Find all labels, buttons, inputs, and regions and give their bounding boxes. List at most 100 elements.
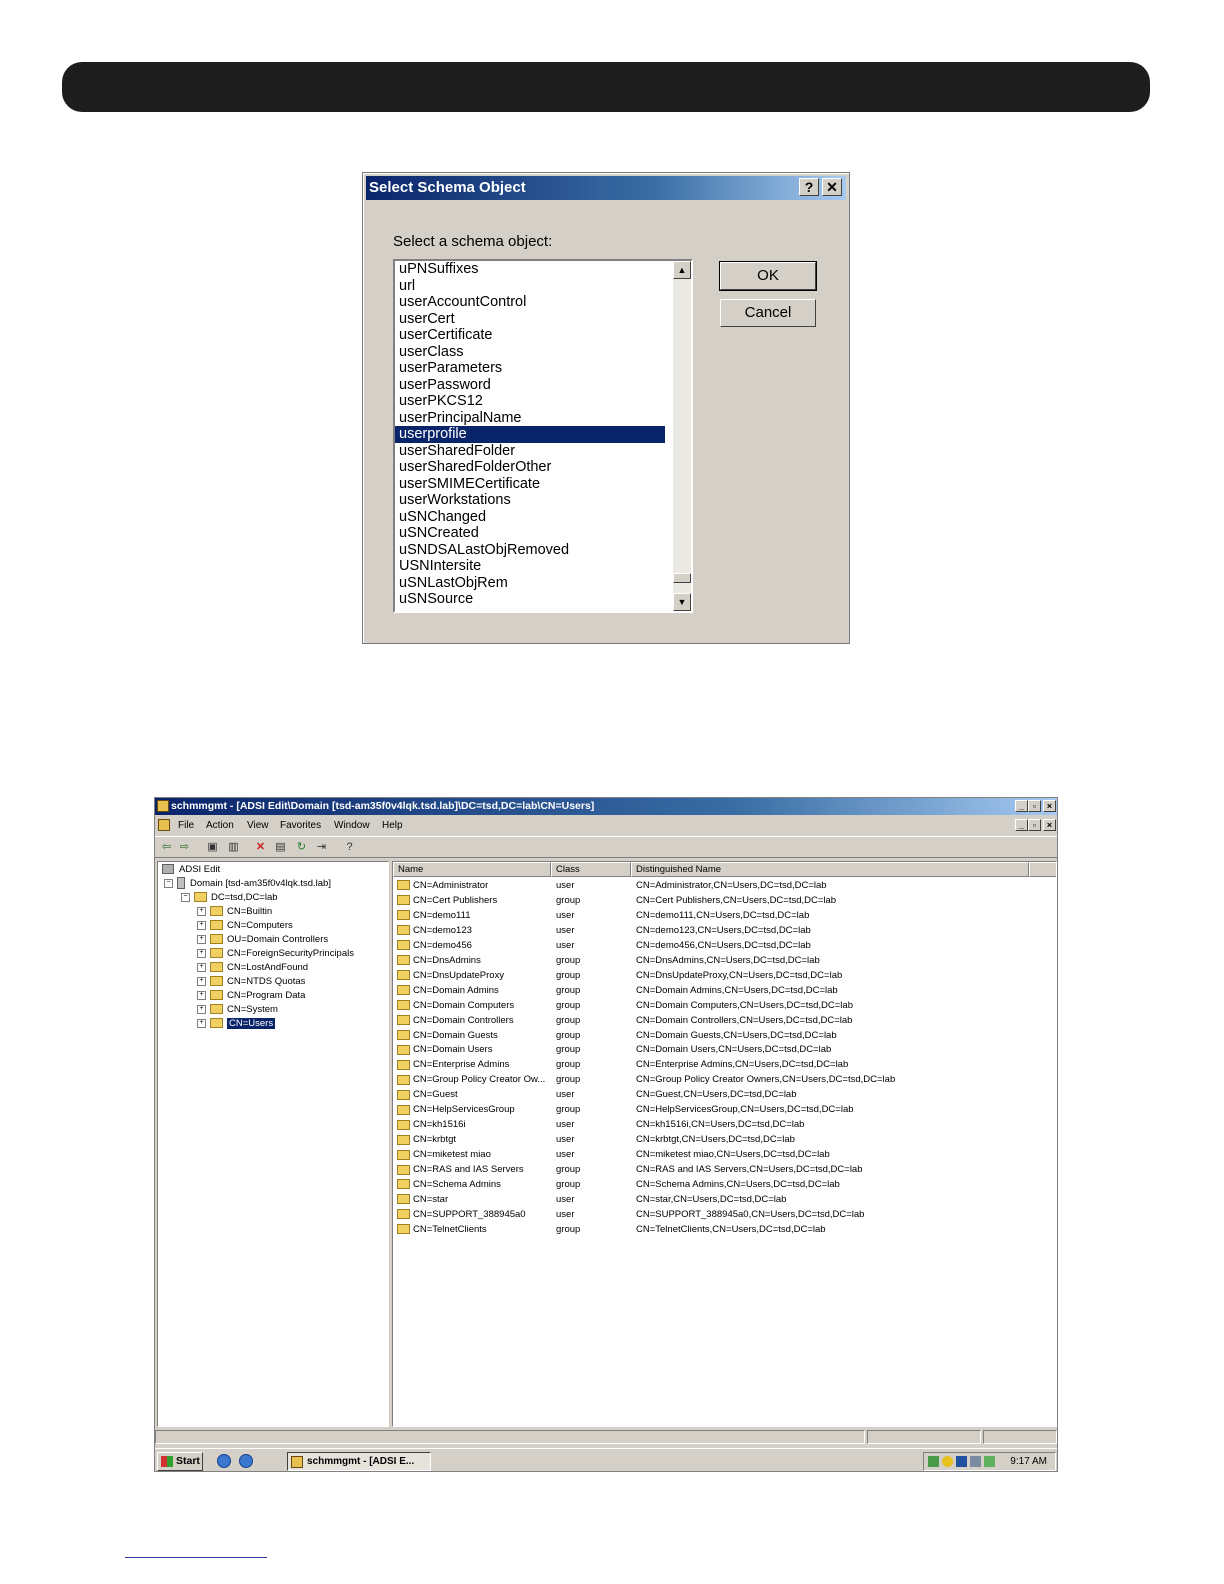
table-row[interactable]: CN=Enterprise Admins group CN=Enterprise A…	[393, 1057, 1056, 1072]
expand-icon[interactable]: +	[197, 976, 206, 986]
menu-help[interactable]: Help	[382, 816, 403, 835]
menu-view[interactable]: View	[247, 816, 269, 835]
table-row[interactable]: CN=demo456 user CN=demo456,CN=Users,DC=tsd…	[393, 938, 1056, 953]
table-row[interactable]: CN=SUPPORT_388945a0 user CN=SUPPORT_388945…	[393, 1207, 1056, 1222]
table-row[interactable]: CN=Schema Admins group CN=Schema Admins,CN…	[393, 1177, 1056, 1192]
refresh-icon[interactable]: ↻	[294, 840, 309, 855]
console-icon[interactable]	[158, 819, 170, 831]
close-button[interactable]: ✕	[822, 178, 842, 196]
security-tray-icon[interactable]	[942, 1456, 953, 1467]
tree-item[interactable]: + CN=Users	[197, 1017, 276, 1031]
schema-list-item[interactable]: userSMIMECertificate	[395, 476, 665, 493]
tree-item-dc[interactable]: − DC=tsd,DC=lab	[181, 891, 278, 905]
menu-window[interactable]: Window	[334, 816, 370, 835]
up-folder-icon[interactable]: ▣	[205, 840, 220, 855]
results-list-view[interactable]: Name Class Distinguished Name CN=Adminis…	[392, 861, 1057, 1427]
tree-item[interactable]: + CN=System	[197, 1003, 278, 1017]
console-tree[interactable]: ADSI Edit − Domain [tsd-am35f0v4lqk.tsd.l…	[157, 861, 389, 1427]
tree-item[interactable]: + CN=Program Data	[197, 989, 305, 1003]
schema-list-item[interactable]: userWorkstations	[395, 492, 665, 509]
schema-list-item[interactable]: userCertificate	[395, 327, 665, 344]
table-row[interactable]: CN=Domain Controllers group CN=Domain Cont…	[393, 1013, 1056, 1028]
expand-icon[interactable]: +	[197, 962, 206, 972]
expand-icon[interactable]: +	[197, 990, 206, 1000]
scroll-down-icon[interactable]: ▼	[673, 593, 691, 611]
export-list-icon[interactable]: ⇥	[314, 840, 329, 855]
schema-list-item[interactable]: uSNLastObjRem	[395, 575, 665, 592]
table-row[interactable]: CN=TelnetClients group CN=TelnetClients,CN…	[393, 1222, 1056, 1237]
tree-item-domain[interactable]: − Domain [tsd-am35f0v4lqk.tsd.lab]	[164, 877, 331, 891]
delete-icon[interactable]: ✕	[253, 840, 268, 855]
schema-list-item[interactable]: uSNCreated	[395, 525, 665, 542]
table-row[interactable]: CN=Domain Computers group CN=Domain Comput…	[393, 998, 1056, 1013]
table-row[interactable]: CN=Cert Publishers group CN=Cert Publisher…	[393, 893, 1056, 908]
table-row[interactable]: CN=demo123 user CN=demo123,CN=Users,DC=tsd…	[393, 923, 1056, 938]
schema-list-item[interactable]: userSharedFolder	[395, 443, 665, 460]
column-header-name[interactable]: Name	[393, 862, 551, 877]
expand-icon[interactable]: +	[197, 948, 206, 958]
schema-list-item[interactable]: userPassword	[395, 377, 665, 394]
table-row[interactable]: CN=DnsUpdateProxy group CN=DnsUpdateProxy,…	[393, 968, 1056, 983]
schema-list-item[interactable]: userCert	[395, 311, 665, 328]
schema-list-item[interactable]: uSNSource	[395, 591, 665, 608]
quicklaunch-desktop-icon[interactable]	[217, 1454, 231, 1468]
restore-icon[interactable]: ▫	[1028, 800, 1041, 812]
expand-icon[interactable]: +	[197, 934, 206, 944]
table-row[interactable]: CN=krbtgt user CN=krbtgt,CN=Users,DC=tsd,D…	[393, 1132, 1056, 1147]
expand-icon[interactable]: +	[197, 906, 206, 916]
taskbar-item-schmmgmt[interactable]: schmmgmt - [ADSI E...	[287, 1452, 431, 1471]
schema-list-item[interactable]: userprofile	[395, 426, 665, 443]
schema-list-item[interactable]: userAccountControl	[395, 294, 665, 311]
schema-list-item[interactable]: userPKCS12	[395, 393, 665, 410]
show-hide-tree-icon[interactable]: ▥	[226, 840, 241, 855]
quicklaunch-ie-icon[interactable]	[239, 1454, 253, 1468]
table-row[interactable]: CN=star user CN=star,CN=Users,DC=tsd,DC=la…	[393, 1192, 1056, 1207]
cancel-button[interactable]: Cancel	[720, 299, 816, 327]
schema-list-item[interactable]: userPrincipalName	[395, 410, 665, 427]
expand-icon[interactable]: +	[197, 1004, 206, 1014]
column-header-distinguished-name[interactable]: Distinguished Name	[631, 862, 1029, 877]
schema-list-item[interactable]: userClass	[395, 344, 665, 361]
schema-list-item[interactable]: userParameters	[395, 360, 665, 377]
tree-item[interactable]: + CN=Computers	[197, 919, 293, 933]
start-button[interactable]: Start	[157, 1452, 203, 1471]
help-button[interactable]: ?	[799, 178, 819, 196]
table-row[interactable]: CN=Group Policy Creator Ow... group CN=Gro…	[393, 1072, 1056, 1087]
expand-icon[interactable]: +	[197, 920, 206, 930]
schema-list-item[interactable]: uSNDSALastObjRemoved	[395, 542, 665, 559]
listbox-scrollbar[interactable]: ▲ ▼	[673, 261, 691, 611]
tree-item[interactable]: + OU=Domain Controllers	[197, 933, 328, 947]
tree-item[interactable]: + CN=Builtin	[197, 905, 272, 919]
tree-item-adsi-edit[interactable]: ADSI Edit	[162, 863, 220, 877]
network-tray-icon[interactable]	[928, 1456, 939, 1467]
child-close-icon[interactable]: ×	[1043, 819, 1056, 831]
ok-button[interactable]: OK	[719, 261, 817, 291]
table-row[interactable]: CN=Administrator user CN=Administrator,CN=…	[393, 878, 1056, 893]
table-row[interactable]: CN=DnsAdmins group CN=DnsAdmins,CN=Users,D…	[393, 953, 1056, 968]
volume-tray-icon[interactable]	[984, 1456, 995, 1467]
table-row[interactable]: CN=RAS and IAS Servers group CN=RAS and IA…	[393, 1162, 1056, 1177]
forward-arrow-icon[interactable]: ⇨	[177, 840, 192, 855]
minimize-icon[interactable]: _	[1015, 800, 1028, 812]
table-row[interactable]: CN=Domain Users group CN=Domain Users,CN=U…	[393, 1042, 1056, 1057]
properties-icon[interactable]: ▤	[273, 840, 288, 855]
child-restore-icon[interactable]: ▫	[1028, 819, 1041, 831]
schema-list-item[interactable]: uSNChanged	[395, 509, 665, 526]
table-row[interactable]: CN=kh1516i user CN=kh1516i,CN=Users,DC=tsd…	[393, 1117, 1056, 1132]
schema-list-item[interactable]: USNIntersite	[395, 558, 665, 575]
table-row[interactable]: CN=HelpServicesGroup group CN=HelpServices…	[393, 1102, 1056, 1117]
display-tray-icon[interactable]	[956, 1456, 967, 1467]
table-row[interactable]: CN=Domain Guests group CN=Domain Guests,CN…	[393, 1028, 1056, 1043]
menu-file[interactable]: File	[178, 816, 194, 835]
tree-item[interactable]: + CN=LostAndFound	[197, 961, 308, 975]
schema-list-item[interactable]: url	[395, 278, 665, 295]
menu-action[interactable]: Action	[206, 816, 234, 835]
back-arrow-icon[interactable]: ⇦	[159, 840, 174, 855]
expand-icon[interactable]: +	[197, 1018, 206, 1028]
scroll-up-icon[interactable]: ▲	[673, 261, 691, 279]
close-icon[interactable]: ×	[1043, 800, 1056, 812]
schema-list-item[interactable]: uPNSuffixes	[395, 261, 665, 278]
table-row[interactable]: CN=miketest miao user CN=miketest miao,CN=…	[393, 1147, 1056, 1162]
table-row[interactable]: CN=Guest user CN=Guest,CN=Users,DC=tsd,DC=…	[393, 1087, 1056, 1102]
table-row[interactable]: CN=demo111 user CN=demo111,CN=Users,DC=tsd…	[393, 908, 1056, 923]
